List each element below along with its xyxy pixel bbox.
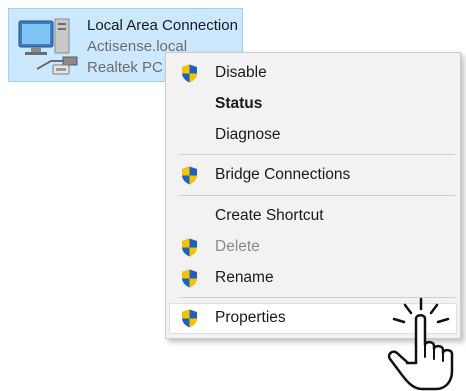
network-adapter-icon (18, 18, 78, 75)
shield-icon (182, 64, 197, 83)
menu-item-disable[interactable]: Disable (169, 58, 457, 89)
connection-name: Local Area Connection (87, 17, 238, 34)
menu-label-create-shortcut: Create Shortcut (215, 207, 324, 224)
menu-label-disable: Disable (215, 64, 267, 81)
menu-label-diagnose: Diagnose (215, 126, 281, 143)
shield-icon (182, 238, 197, 257)
menu-item-bridge-connections[interactable]: Bridge Connections (169, 160, 457, 191)
menu-item-create-shortcut[interactable]: Create Shortcut (169, 201, 457, 232)
menu-label-bridge-connections: Bridge Connections (215, 166, 351, 183)
menu-item-diagnose[interactable]: Diagnose (169, 120, 457, 151)
shield-icon (182, 166, 197, 185)
shield-icon (182, 269, 197, 288)
hand-pointer-click-icon (387, 297, 454, 391)
menu-item-status[interactable]: Status (169, 89, 457, 120)
menu-separator (179, 154, 455, 155)
menu-label-rename: Rename (215, 269, 274, 286)
menu-separator (179, 195, 455, 196)
menu-label-delete: Delete (215, 238, 260, 255)
context-menu: Disable Status Diagnose Bridge Connectio… (165, 52, 461, 339)
shield-icon (182, 309, 197, 328)
menu-item-rename[interactable]: Rename (169, 263, 457, 294)
menu-label-status: Status (215, 95, 263, 112)
menu-label-properties: Properties (215, 309, 286, 326)
menu-item-delete: Delete (169, 232, 457, 263)
